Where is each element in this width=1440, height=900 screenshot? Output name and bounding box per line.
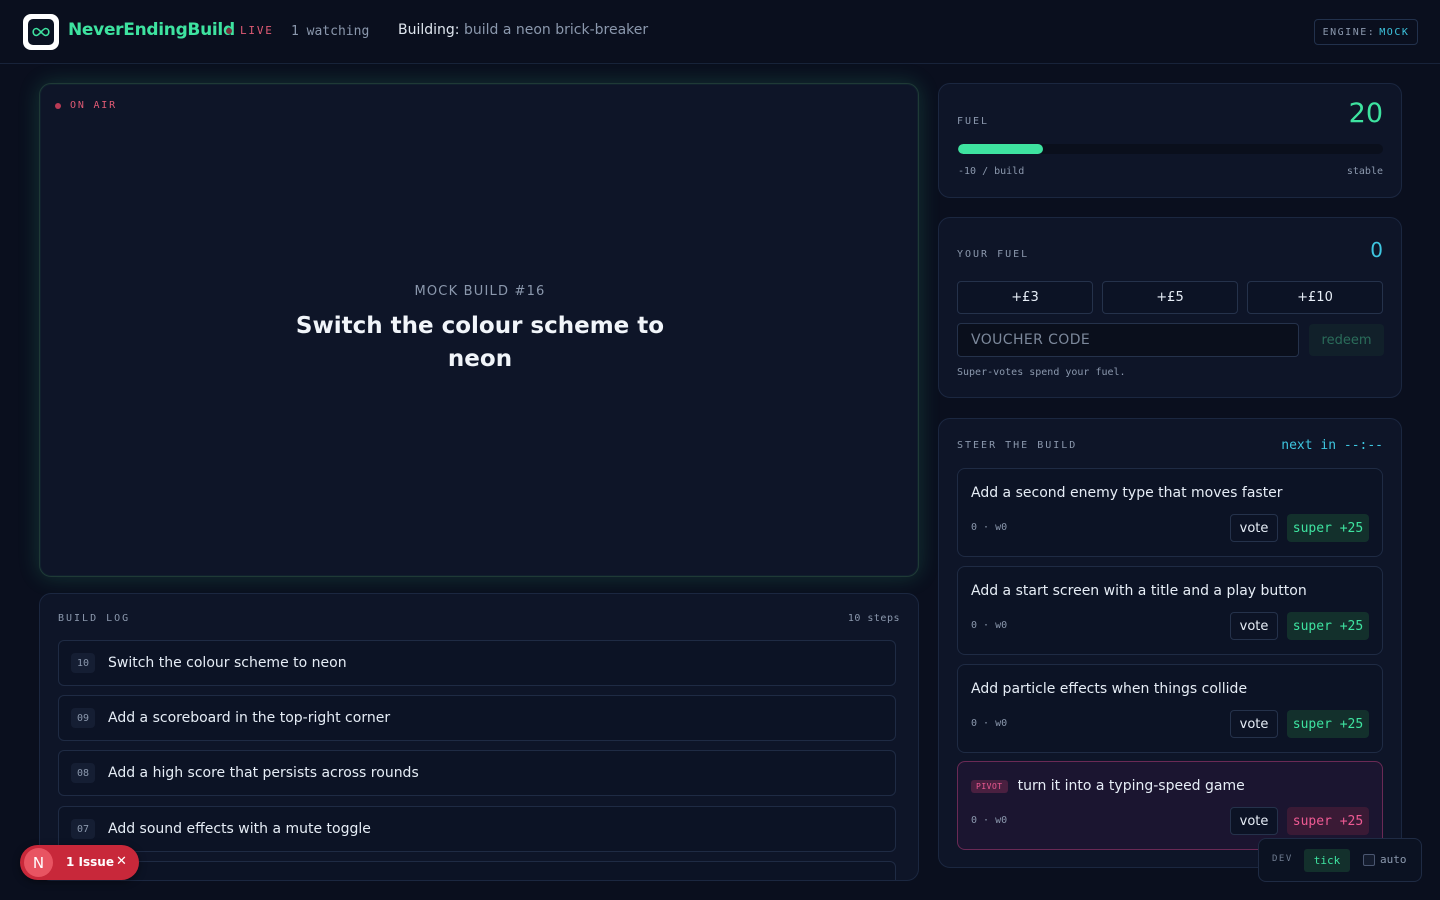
fuel-rate: -10 / build [958,166,1025,177]
vote-button[interactable]: vote [1230,710,1278,738]
your-fuel-panel: YOUR FUEL 0 +£3 +£5 +£10 redeem Super-vo… [938,217,1402,398]
pivot-vote-option: PIVOT turn it into a typing-speed game 0… [957,761,1383,850]
option-meta: 0 · w0 [971,815,1008,826]
issue-count[interactable]: 1 Issue [66,855,114,869]
log-step-number: 08 [71,763,95,783]
logo[interactable] [23,14,59,50]
next-logo-icon[interactable]: N [24,848,53,877]
steer-panel: STEER THE BUILD next in --:-- Add a seco… [938,418,1402,868]
fuel-state: stable [1346,166,1383,177]
option-title: PIVOT turn it into a typing-speed game [971,778,1245,794]
infinity-icon [28,19,54,45]
engine-label: ENGINE: [1322,26,1376,38]
build-log-count: 10 steps [847,613,900,624]
auto-checkbox[interactable] [1363,853,1375,866]
fuel-progress-bar [958,144,1383,154]
log-step-number: 10 [71,653,95,673]
log-step-text: Add sound effects with a mute toggle [108,821,371,837]
super-vote-button[interactable]: super +25 [1287,710,1369,738]
viewer-count: 1 watching [291,24,370,39]
log-step-text: Add a scoreboard in the top-right corner [108,710,391,726]
option-title-text: Add a start screen with a title and a pl… [971,583,1307,599]
fuel-panel: FUEL 20 -10 / build stable [938,83,1402,198]
top-bar: NeverEndingBuild LIVE 1 watching Buildin… [0,0,1440,64]
option-title: Add a second enemy type that moves faste… [971,485,1283,501]
super-vote-button[interactable]: super +25 [1287,514,1369,542]
log-item[interactable]: 07 Add sound effects with a mute toggle [58,806,896,852]
issues-badge[interactable]: N 1 Issue ✕ [20,845,139,880]
on-air-indicator: ON AIR [55,100,117,111]
option-title-text: Add particle effects when things collide [971,681,1248,697]
option-title: Add a start screen with a title and a pl… [971,583,1307,599]
steer-label: STEER THE BUILD [957,440,1078,451]
option-title-text: Add a second enemy type that moves faste… [971,485,1283,501]
vote-button[interactable]: vote [1230,807,1278,835]
build-log-label: BUILD LOG [58,613,131,624]
current-build: Building: build a neon brick-breaker [398,22,648,38]
vote-option: Add particle effects when things collide… [957,664,1383,753]
log-step-number: 07 [71,819,95,839]
build-stage: ON AIR MOCK BUILD #16 Switch the colour … [39,83,919,577]
tick-button[interactable]: tick [1304,849,1350,872]
your-fuel-value: 0 [1370,238,1383,262]
auto-label: auto [1380,853,1407,866]
live-dot-icon [226,27,232,34]
fuel-value: 20 [1348,98,1383,129]
option-meta: 0 · w0 [971,620,1008,631]
option-title-text: turn it into a typing-speed game [1017,778,1245,794]
log-step-text: Add a high score that persists across ro… [108,765,419,781]
option-meta: 0 · w0 [971,718,1008,729]
voucher-code-input[interactable] [957,323,1299,357]
on-air-label: ON AIR [70,100,117,111]
vote-button[interactable]: vote [1230,612,1278,640]
super-vote-button[interactable]: super +25 [1287,807,1369,835]
fuel-label: FUEL [957,116,990,127]
dev-toolbar: DEV tick auto [1258,838,1422,882]
engine-badge: ENGINE: MOCK [1314,19,1418,45]
live-indicator: LIVE [226,24,274,37]
mock-build-label: MOCK BUILD #16 [414,284,546,299]
vote-option: Add a second enemy type that moves faste… [957,468,1383,557]
building-value: build a neon brick-breaker [463,22,649,38]
vote-option: Add a start screen with a title and a pl… [957,566,1383,655]
vote-button[interactable]: vote [1230,514,1278,542]
your-fuel-label: YOUR FUEL [957,249,1030,260]
brand-name[interactable]: NeverEndingBuild [68,20,235,40]
fuel-progress-fill [958,144,1043,154]
redeem-button[interactable]: redeem [1309,324,1384,356]
log-item[interactable] [58,861,896,880]
log-item[interactable]: 09 Add a scoreboard in the top-right cor… [58,695,896,741]
your-fuel-note: Super-votes spend your fuel. [957,367,1126,378]
topup-10-button[interactable]: +£10 [1247,281,1383,314]
on-air-dot-icon [55,102,61,109]
option-meta: 0 · w0 [971,522,1008,533]
log-item[interactable]: 08 Add a high score that persists across… [58,750,896,796]
close-icon[interactable]: ✕ [116,854,127,869]
log-step-number: 09 [71,708,95,728]
log-item[interactable]: 10 Switch the colour scheme to neon [58,640,896,686]
pivot-badge: PIVOT [971,779,1008,793]
topup-3-button[interactable]: +£3 [957,281,1093,314]
topup-5-button[interactable]: +£5 [1102,281,1238,314]
engine-value: MOCK [1379,26,1410,38]
super-vote-button[interactable]: super +25 [1287,612,1369,640]
build-log-panel: BUILD LOG 10 steps 10 Switch the colour … [39,593,919,881]
building-label: Building: [398,22,460,38]
next-in-timer: next in --:-- [1281,438,1383,453]
log-step-text: Switch the colour scheme to neon [108,655,347,671]
mock-build-title: Switch the colour scheme to neon [295,313,665,372]
auto-toggle[interactable]: auto [1363,853,1407,866]
live-label: LIVE [240,24,274,37]
option-title: Add particle effects when things collide [971,681,1247,697]
dev-label: DEV [1272,854,1293,864]
